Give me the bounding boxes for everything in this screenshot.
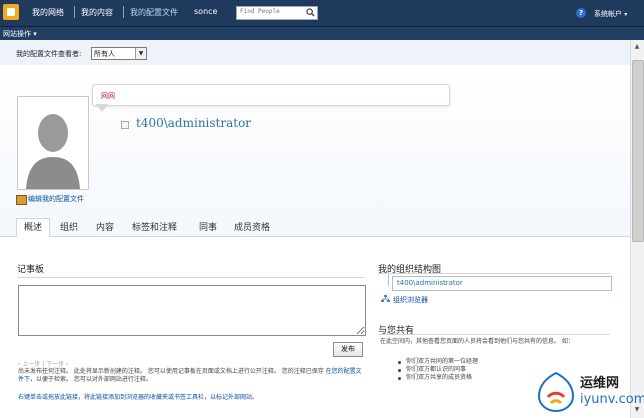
watermark: 运维网 iyunv.com (534, 370, 644, 414)
chevron-down-icon: ▾ (624, 11, 628, 18)
account-menu[interactable]: 系统帐户 ▾ (594, 9, 627, 19)
nav-separator (123, 6, 124, 18)
watermark-top-text: 运维网 (580, 376, 620, 391)
divider (378, 334, 610, 335)
post-button[interactable]: 发布 (333, 342, 363, 357)
site-logo-icon[interactable] (3, 4, 19, 20)
tab-colleagues[interactable]: 同事 (199, 219, 217, 237)
nav-my-content[interactable]: 我的内容 (81, 7, 113, 18)
viewer-select[interactable]: 所有人 ▼ (91, 47, 147, 60)
site-actions-bar: 网站操作 ▾ (0, 26, 644, 41)
top-navigation-bar: 我的网络 我的内容 我的配置文件 sonce Find People ? 系统帐… (0, 0, 644, 26)
profile-viewer-bar: 我的配置文件查看者: 所有人 ▼ (0, 40, 630, 66)
account-name: 系统帐户 (594, 10, 622, 18)
viewer-label: 我的配置文件查看者: (16, 50, 82, 58)
tab-tags-notes[interactable]: 标签和注释 (132, 219, 177, 237)
tab-memberships[interactable]: 成员资格 (234, 219, 270, 237)
in-common-list: 你们双方共同的第一位经理 你们双方都认识的同事 你们双方共享的成员资格 (398, 358, 478, 382)
viewer-select-value: 所有人 (94, 50, 115, 58)
list-item: 你们双方共享的成员资格 (398, 374, 478, 382)
tab-organization[interactable]: 组织 (60, 219, 78, 237)
divider (378, 273, 610, 274)
watermark-logo-icon (537, 371, 575, 413)
search-input[interactable]: Find People (240, 8, 280, 15)
org-browser-icon[interactable] (381, 295, 390, 303)
profile-username: t400\administrator (136, 116, 252, 130)
noteboard-pager[interactable]: ‹ 上一步 | 下一步 › (18, 359, 68, 368)
org-chart-node[interactable]: t400\administrator (392, 276, 612, 291)
search-icon[interactable] (306, 8, 315, 17)
noteboard-heading: 记事板 (17, 265, 45, 275)
org-chart-node-name[interactable]: t400\administrator (397, 279, 463, 287)
tab-content[interactable]: 内容 (96, 219, 114, 237)
nav-my-network[interactable]: 我的网络 (32, 7, 64, 18)
edit-profile-icon[interactable] (16, 195, 27, 205)
nav-separator (74, 6, 75, 18)
nav-my-profile[interactable]: 我的配置文件 (130, 7, 178, 18)
tab-overview[interactable]: 概述 (16, 218, 51, 238)
status-bubble[interactable]: 网网 (92, 84, 450, 106)
list-item: 你们双方共同的第一位经理 (398, 358, 478, 366)
site-actions-menu[interactable]: 网站操作 ▾ (3, 29, 37, 39)
noteboard-input[interactable] (18, 285, 366, 336)
tags-notes-bookmarklet-link[interactable]: 右键单击或拖放此链接，将此链接添加到浏览器的收藏夹或书签工具栏，以标记外部网站。 (18, 392, 258, 401)
edit-profile-link[interactable]: 编辑我的配置文件 (28, 194, 84, 204)
people-search-box[interactable]: Find People (236, 6, 318, 20)
noteboard-desc-text-2: ，以便于检索。 您可以对外部网站进行注释。 (30, 376, 152, 383)
noteboard-desc-text-1: 尚未发布任何注释。 此处将显示新创建的注释。 您可以使用记事板在页面或文档上进行… (18, 368, 326, 375)
scrollbar-thumb[interactable] (632, 60, 644, 242)
divider (17, 277, 365, 278)
person-silhouette-icon (26, 114, 80, 189)
in-common-description: 在此空间内，其他查看您页面的人员将会看到他们与您共有的信息。 如： (380, 338, 574, 345)
dropdown-arrow-icon[interactable]: ▼ (135, 48, 146, 59)
org-browser-link[interactable]: 组织浏览器 (393, 295, 428, 305)
presence-indicator-icon (121, 121, 129, 129)
noteboard-description: 尚未发布任何注释。 此处将显示新创建的注释。 您可以使用记事板在页面或文档上进行… (18, 368, 366, 384)
watermark-bottom-text: iyunv.com (580, 392, 644, 407)
scroll-up-icon[interactable]: ▲ (632, 42, 642, 52)
status-text[interactable]: 网网 (101, 91, 115, 101)
bubble-tail (96, 104, 108, 112)
org-chart-connector (388, 274, 389, 286)
list-item: 你们双方都认识的同事 (398, 366, 478, 374)
nav-user-sonce[interactable]: sonce (194, 7, 217, 16)
help-icon[interactable]: ? (576, 8, 586, 18)
avatar (17, 96, 89, 190)
